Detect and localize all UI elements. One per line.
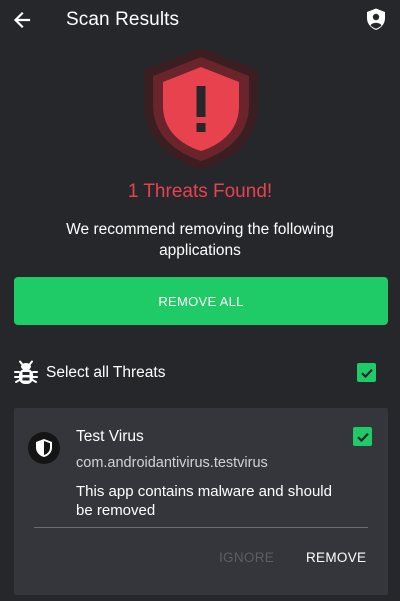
remove-button[interactable]: REMOVE bbox=[306, 550, 366, 565]
select-all-label: Select all Threats bbox=[46, 364, 166, 381]
threat-checkbox[interactable] bbox=[353, 427, 372, 446]
back-button[interactable] bbox=[8, 6, 36, 34]
threat-description: This app contains malware and should be … bbox=[76, 483, 332, 519]
protection-button[interactable] bbox=[362, 5, 390, 33]
threat-package-name: com.androidantivirus.testvirus bbox=[76, 455, 268, 471]
checkmark-icon bbox=[360, 368, 373, 378]
recommendation-text: We recommend removing the following appl… bbox=[66, 221, 334, 259]
ignore-button[interactable]: IGNORE bbox=[219, 550, 274, 565]
app-bar: Scan Results bbox=[0, 0, 400, 40]
shield-user-icon bbox=[367, 8, 385, 30]
threats-found-heading: 1 Threats Found! bbox=[127, 181, 273, 202]
bug-icon bbox=[14, 360, 38, 384]
arrow-back-icon bbox=[13, 11, 31, 29]
threat-app-icon bbox=[28, 432, 60, 464]
shield-alert-icon bbox=[144, 48, 258, 170]
card-divider bbox=[34, 527, 368, 528]
remove-all-button[interactable]: REMOVE ALL bbox=[14, 277, 388, 325]
checkmark-icon bbox=[356, 432, 369, 442]
select-all-checkbox[interactable] bbox=[357, 363, 376, 382]
page-title: Scan Results bbox=[66, 9, 180, 30]
threat-card: Test Virus com.androidantivirus.testviru… bbox=[14, 408, 388, 595]
select-all-row[interactable]: Select all Threats bbox=[0, 355, 400, 391]
threat-app-name: Test Virus bbox=[76, 428, 144, 445]
app-shield-icon bbox=[36, 439, 52, 457]
